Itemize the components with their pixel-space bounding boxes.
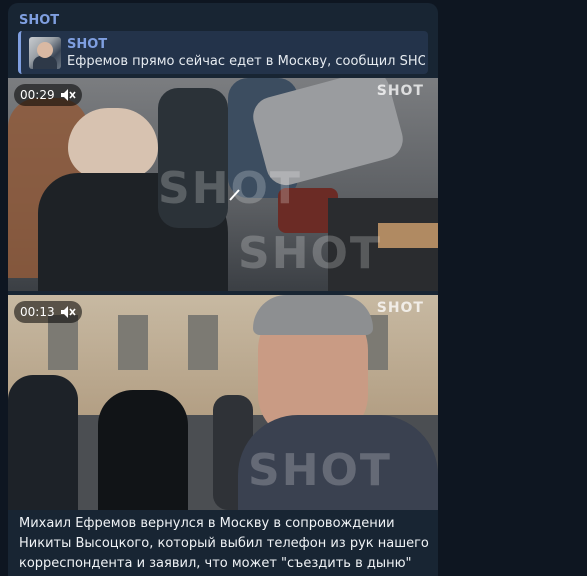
video-1-watermark: SHOT	[376, 83, 424, 99]
video-1[interactable]: SHOT SHOT SHOT 00:29	[8, 78, 438, 291]
video-2-duration: 00:13	[20, 305, 55, 319]
mute-icon[interactable]	[60, 305, 76, 319]
sender-name[interactable]: SHOT	[19, 13, 59, 28]
video-2-watermark: SHOT	[376, 300, 424, 316]
message-caption: Михаил Ефремов вернулся в Москву в сопро…	[19, 516, 429, 571]
video-2[interactable]: SHOT SHOT 00:13	[8, 295, 438, 510]
message-bubble: SHOT SHOT Ефремов прямо сейчас едет в Мо…	[8, 3, 438, 576]
reply-preview[interactable]: SHOT Ефремов прямо сейчас едет в Москву,…	[18, 31, 428, 74]
video-1-duration: 00:29	[20, 88, 55, 102]
play-indicator-icon	[229, 189, 240, 201]
mute-icon[interactable]	[60, 88, 76, 102]
reply-sender-name: SHOT	[67, 37, 108, 52]
video-2-big-watermark: SHOT	[248, 445, 392, 496]
reply-thumbnail	[29, 37, 61, 69]
video-1-big-watermark-2: SHOT	[238, 228, 382, 279]
video-1-duration-badge[interactable]: 00:29	[14, 84, 82, 106]
video-2-duration-badge[interactable]: 00:13	[14, 301, 82, 323]
reply-text: Ефремов прямо сейчас едет в Москву, сооб…	[67, 54, 425, 69]
